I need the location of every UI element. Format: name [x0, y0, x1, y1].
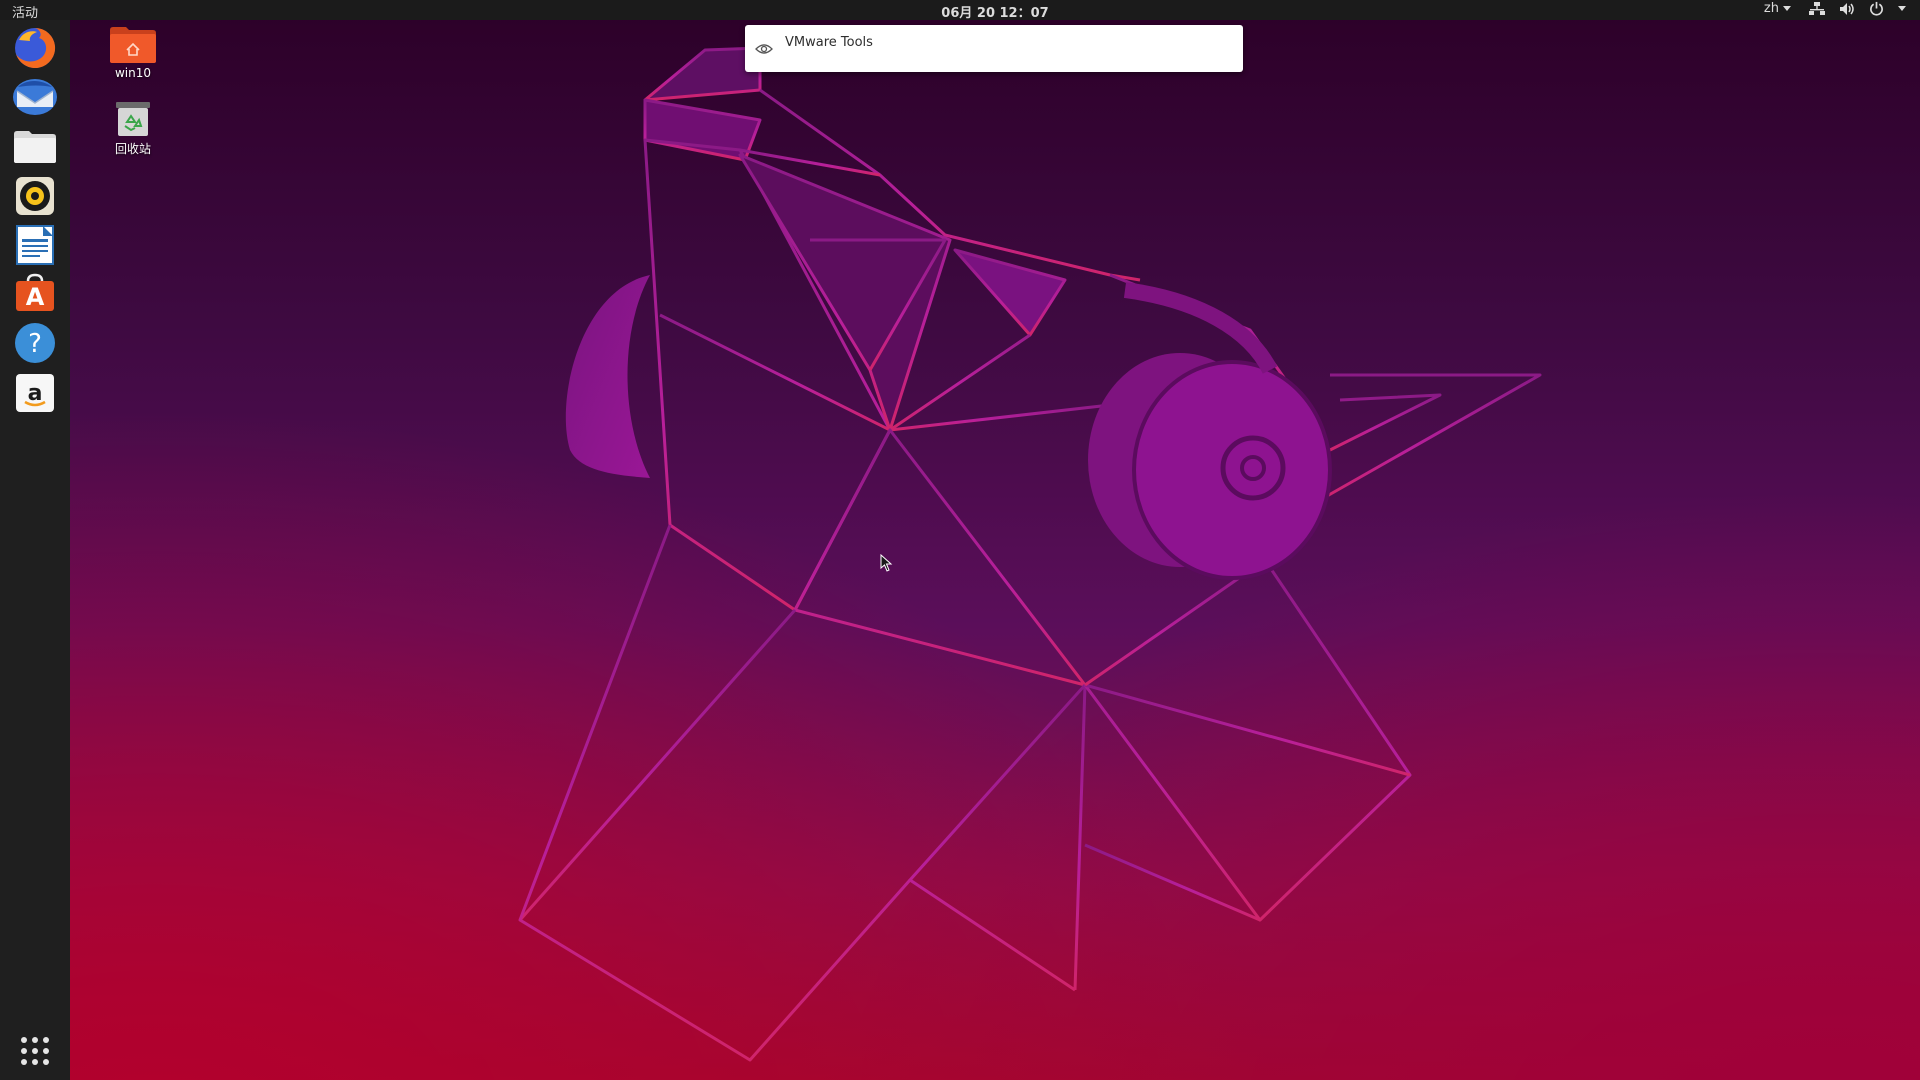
folder-icon: [14, 131, 56, 163]
dock-item-help[interactable]: ?: [12, 320, 58, 366]
thunderbird-icon: [13, 79, 57, 115]
volume-icon: [1840, 2, 1854, 15]
language-selector[interactable]: zh: [1764, 1, 1791, 16]
desktop-icon-trash[interactable]: 回收站: [93, 100, 173, 157]
amazon-icon: a: [16, 374, 54, 412]
writer-icon: [16, 225, 54, 265]
clock-button[interactable]: 06月 20 12：07: [941, 6, 1048, 21]
system-tray: zh: [1764, 1, 1906, 16]
dock-item-thunderbird[interactable]: [12, 74, 58, 120]
show-applications-button[interactable]: [18, 1034, 52, 1068]
desktop-icon-home[interactable]: win10: [93, 26, 173, 80]
dock-item-amazon[interactable]: a: [12, 370, 58, 416]
network-icon: [1809, 1, 1825, 15]
firefox-icon: [15, 27, 56, 68]
desktop-icon-label: 回收站: [114, 142, 151, 156]
apps-grid-icon: [21, 1037, 27, 1043]
svg-text:a: a: [28, 381, 43, 406]
top-bar: 活动 06月 20 12：07 zh: [0, 0, 1920, 21]
dock-item-rhythmbox[interactable]: [12, 173, 58, 219]
clock-container: 06月 20 12：07: [0, 2, 1920, 21]
svg-text:A: A: [26, 283, 45, 311]
trash-icon: [116, 102, 150, 136]
notification-title: VMware Tools: [785, 35, 873, 50]
desktop-icon-label: win10: [114, 66, 152, 80]
dock-item-ubuntu-software[interactable]: A: [12, 270, 58, 316]
rhythmbox-icon: [16, 177, 54, 215]
desktop-screen: 活动 06月 20 12：07 zh A ? a win10 回收站 VMwar…: [0, 0, 1920, 1080]
dock-item-libreoffice-writer[interactable]: [12, 222, 58, 268]
dock-item-files[interactable]: [12, 124, 58, 170]
eye-icon: [755, 42, 773, 56]
software-center-icon: A: [16, 273, 54, 311]
dock: A ? a: [0, 20, 70, 1080]
home-folder-icon: [110, 27, 156, 63]
help-icon: ?: [15, 323, 55, 363]
chevron-down-icon: [1898, 6, 1906, 11]
activities-button[interactable]: 活动: [12, 2, 38, 21]
power-icon: [1870, 1, 1883, 16]
notification-banner[interactable]: VMware Tools: [745, 25, 1243, 72]
chevron-down-icon: [1783, 6, 1791, 11]
mouse-cursor-icon: [880, 554, 893, 572]
wallpaper-art: [518, 46, 1542, 1062]
svg-text:?: ?: [28, 329, 42, 359]
dock-item-firefox[interactable]: [12, 25, 58, 71]
system-menu[interactable]: [1809, 1, 1906, 16]
language-label: zh: [1763, 1, 1779, 16]
